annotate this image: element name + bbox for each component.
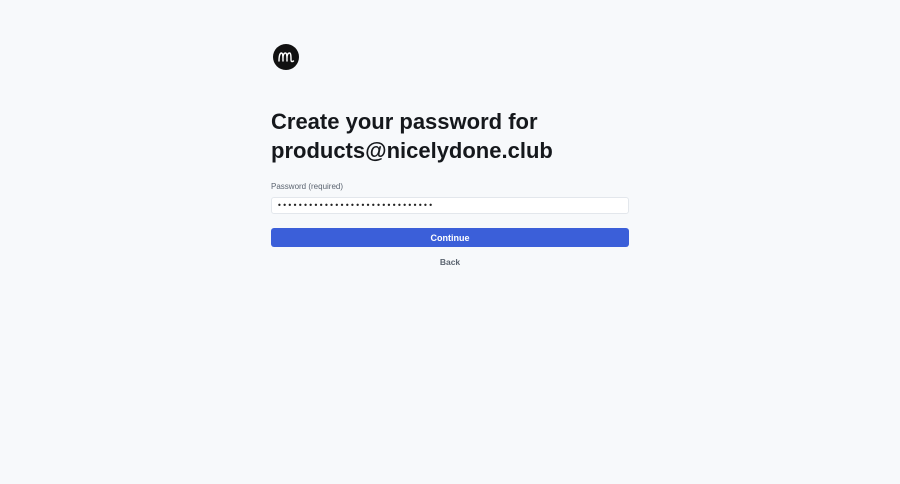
password-label: Password (required): [271, 182, 344, 191]
m-monogram-icon: [277, 50, 295, 64]
page-title-line-1: Create your password for: [271, 109, 538, 134]
continue-button[interactable]: Continue: [271, 228, 629, 247]
page-title-email: products@nicelydone.club: [271, 138, 553, 163]
password-input[interactable]: [271, 197, 629, 214]
page-title: Create your password for products@nicely…: [271, 107, 629, 165]
logo: [273, 44, 299, 70]
back-link[interactable]: Back: [271, 257, 629, 267]
signup-form-container: Create your password for products@nicely…: [271, 44, 629, 267]
